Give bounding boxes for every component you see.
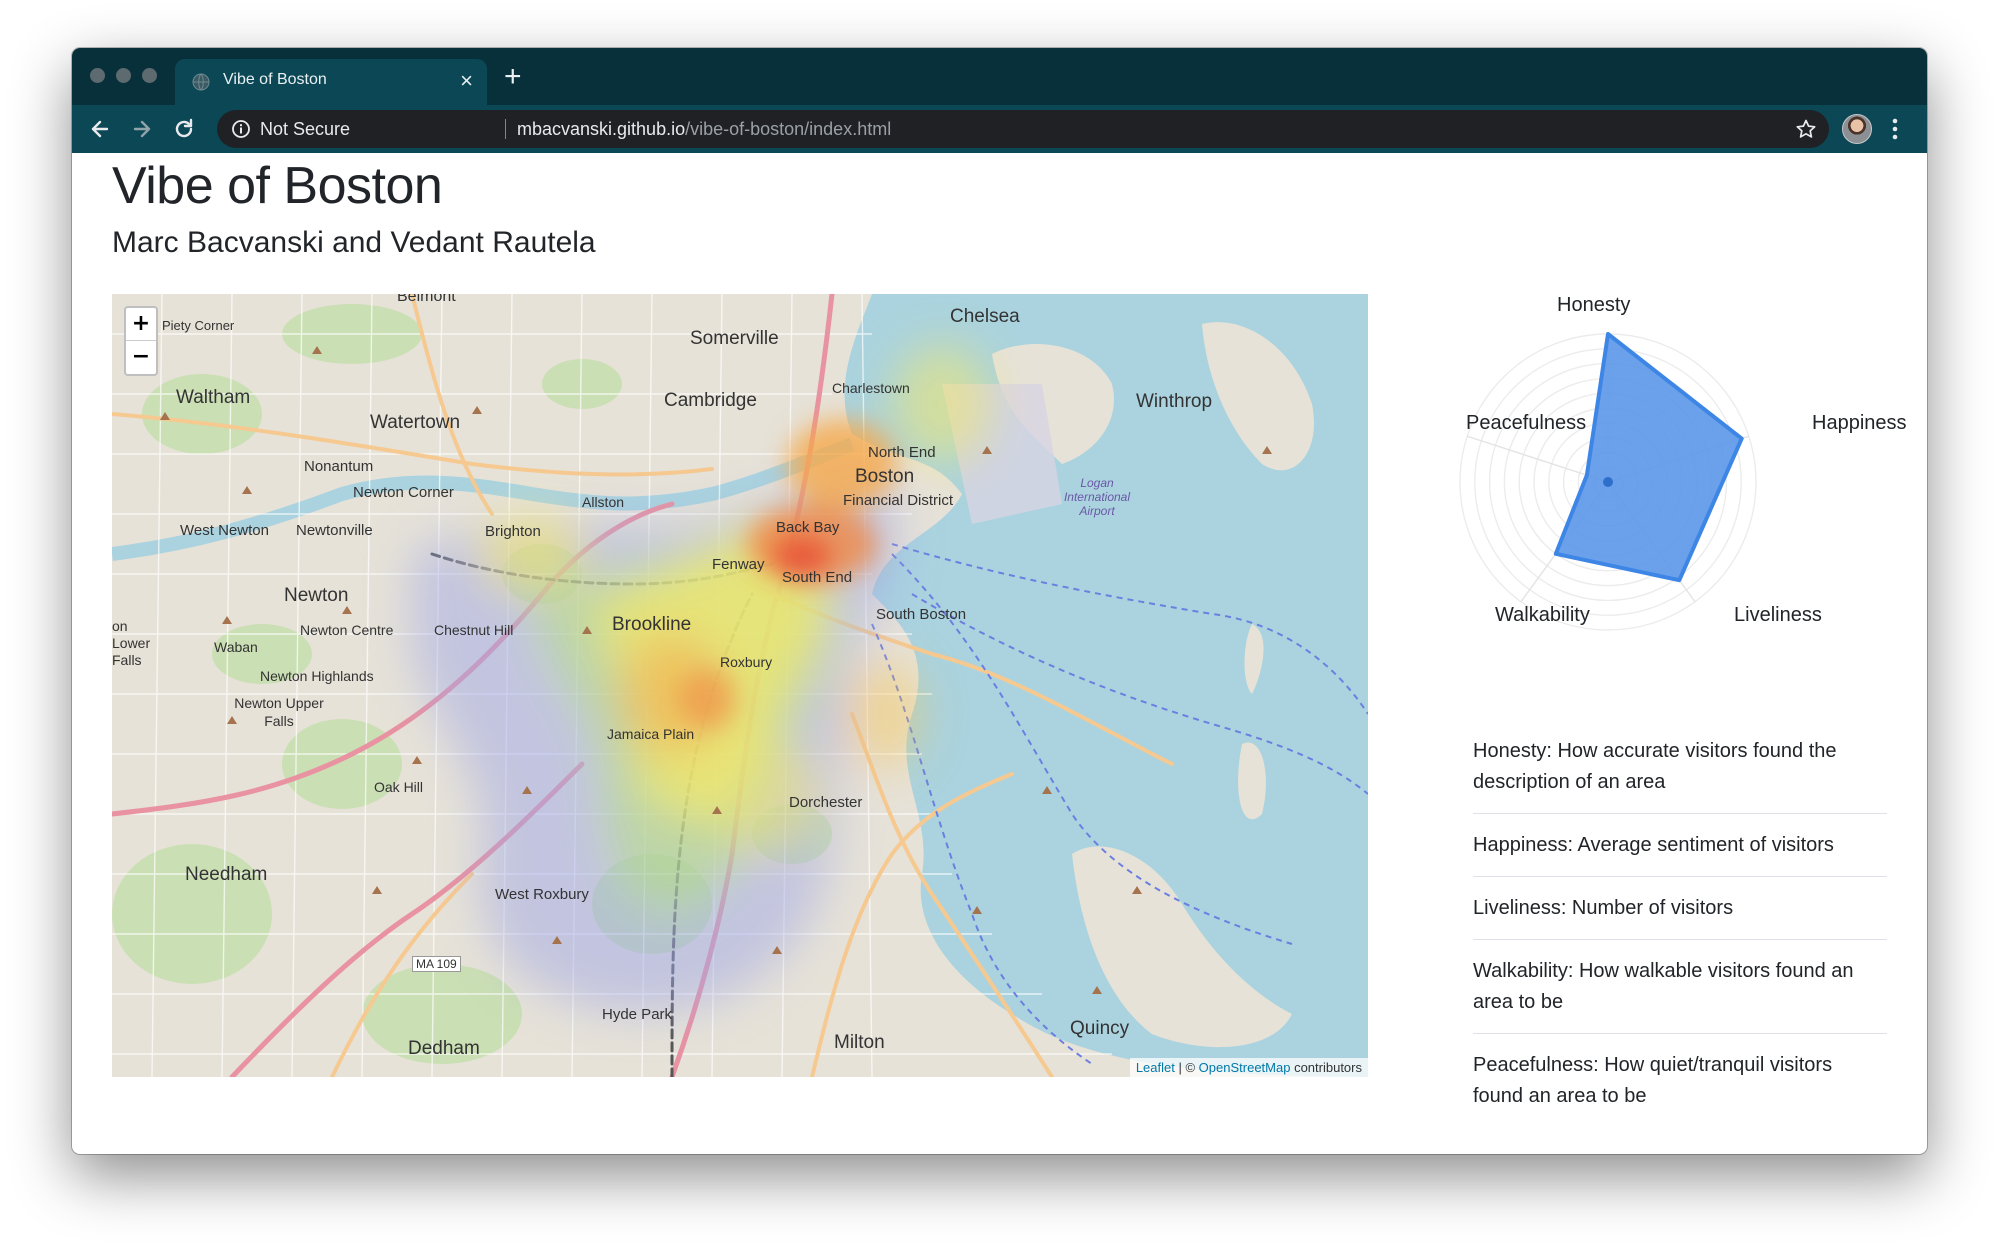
map-label-back-bay: Back Bay: [776, 519, 840, 536]
map-label-nonantum: Nonantum: [304, 458, 374, 475]
map-label-logan-airport: Logan International Airport: [1063, 476, 1131, 518]
legend-item-peacefulness: Peacefulness: How quiet/tranquil visitor…: [1473, 1054, 1833, 1107]
tab-bar: Vibe of Boston × +: [72, 48, 1927, 105]
star-icon[interactable]: [1795, 118, 1817, 140]
map-label-fenway: Fenway: [712, 556, 765, 573]
url-host: mbacvanski.github.io: [517, 119, 686, 139]
map-label-charlestown: Charlestown: [832, 380, 910, 396]
zoom-control: + −: [124, 306, 158, 376]
radar-chart: Honesty Happiness Liveliness Walkability…: [1382, 294, 1912, 694]
map-label-roxbury: Roxbury: [720, 654, 773, 670]
map-label-piety-corner: Piety Corner: [162, 318, 235, 333]
legend-item-liveliness: Liveliness: Number of visitors: [1473, 877, 1887, 940]
tab-title: Vibe of Boston: [223, 71, 327, 88]
attribution-separator: | ©: [1174, 1060, 1199, 1075]
minimize-window-button[interactable]: [116, 68, 131, 83]
map-label-west-newton: West Newton: [180, 522, 269, 539]
radar-label-honesty: Honesty: [1557, 294, 1631, 316]
zoom-in-button[interactable]: +: [126, 308, 156, 341]
radar-data-polygon[interactable]: [1553, 332, 1744, 583]
zoom-window-button[interactable]: [142, 68, 157, 83]
map-label-newton-corner: Newton Corner: [353, 484, 454, 501]
url-text: mbacvanski.github.io/vibe-of-boston/inde…: [517, 119, 891, 140]
globe-icon: [192, 73, 210, 91]
map-label-chelsea: Chelsea: [950, 306, 1020, 327]
reload-icon[interactable]: [170, 115, 198, 143]
map-label-hyde-park: Hyde Park: [602, 1006, 673, 1023]
radar-label-walkability: Walkability: [1495, 604, 1590, 626]
metric-legend: Honesty: How accurate visitors found the…: [1473, 720, 1887, 1127]
forward-arrow-icon[interactable]: [128, 115, 156, 143]
map-label-watertown: Watertown: [370, 412, 461, 433]
map-label-newton: Newton: [284, 585, 349, 606]
browser-tab[interactable]: Vibe of Boston ×: [175, 59, 487, 105]
page-subtitle: Marc Bacvanski and Vedant Rautela: [112, 226, 596, 259]
map-label-newton-upper-falls: Newton Upper Falls: [234, 695, 324, 729]
openstreetmap-link[interactable]: OpenStreetMap: [1199, 1060, 1291, 1075]
attribution-suffix: contributors: [1290, 1060, 1362, 1075]
map-attribution: Leaflet | © OpenStreetMap contributors: [1129, 1058, 1368, 1077]
new-tab-button[interactable]: +: [504, 62, 522, 92]
map-label-newton-centre: Newton Centre: [300, 622, 394, 638]
profile-avatar[interactable]: [1842, 114, 1872, 144]
map-label-south-boston: South Boston: [876, 606, 967, 623]
legend-item-happiness: Happiness: Average sentiment of visitors: [1473, 814, 1887, 877]
map-label-waltham: Waltham: [176, 387, 251, 408]
map-label-newton-highlands: Newton Highlands: [260, 668, 374, 684]
map-label-dedham: Dedham: [408, 1038, 480, 1059]
map-label-allston: Allston: [582, 494, 625, 510]
browser-toolbar: Not Secure mbacvanski.github.io/vibe-of-…: [72, 105, 1927, 153]
map-label-boston: Boston: [855, 466, 915, 487]
map-label-quincy: Quincy: [1070, 1018, 1130, 1039]
radar-svg: [1459, 332, 1757, 631]
kebab-menu-icon[interactable]: [1892, 117, 1898, 141]
map-label-dorchester: Dorchester: [789, 794, 863, 811]
close-window-button[interactable]: [90, 68, 105, 83]
address-bar[interactable]: Not Secure mbacvanski.github.io/vibe-of-…: [217, 110, 1829, 148]
map-label-waban: Waban: [214, 639, 258, 655]
map-label-west-roxbury: West Roxbury: [495, 886, 589, 903]
map-label-jamaica-plain: Jamaica Plain: [607, 726, 695, 742]
map-label-brookline: Brookline: [612, 614, 692, 635]
radar-center-dot: [1603, 477, 1613, 487]
radar-label-happiness: Happiness: [1812, 412, 1907, 434]
map-label-lower-falls: on Lower Falls: [112, 618, 151, 668]
map-label-chestnut-hill: Chestnut Hill: [434, 622, 514, 638]
page-title: Vibe of Boston: [112, 157, 443, 215]
radar-label-peacefulness: Peacefulness: [1466, 412, 1587, 434]
map-label-ma109: MA 109: [412, 956, 461, 972]
map-label-needham: Needham: [185, 864, 268, 885]
back-arrow-icon[interactable]: [86, 115, 114, 143]
legend-item-honesty: Honesty: How accurate visitors found the…: [1473, 720, 1887, 814]
map-label-brighton: Brighton: [485, 523, 541, 540]
map-label-cambridge: Cambridge: [664, 390, 757, 411]
info-icon[interactable]: [231, 119, 251, 139]
tab-close-button[interactable]: ×: [460, 67, 473, 95]
zoom-out-button[interactable]: −: [126, 341, 156, 374]
radar-label-liveliness: Liveliness: [1734, 604, 1822, 626]
map-label-somerville: Somerville: [690, 328, 779, 349]
browser-window: Vibe of Boston × + Not Secure mbacvanski…: [72, 48, 1927, 1154]
map-label-south-end: South End: [782, 569, 853, 586]
map-label-oak-hill: Oak Hill: [374, 779, 424, 795]
map-label-financial-district: Financial District: [843, 492, 954, 509]
legend-item-walkability: Walkability: How walkable visitors found…: [1473, 940, 1887, 1034]
url-separator: [505, 119, 506, 139]
map-label-newtonville: Newtonville: [296, 522, 373, 539]
map-label-milton: Milton: [834, 1032, 885, 1053]
map-label-winthrop: Winthrop: [1136, 391, 1213, 412]
map-label-north-end: North End: [868, 444, 936, 461]
security-label: Not Secure: [260, 119, 351, 139]
leaflet-link[interactable]: Leaflet: [1136, 1060, 1175, 1075]
map-label-belmont: Belmont: [397, 294, 456, 305]
heatmap-map[interactable]: Belmont Piety Corner Somerville Chelsea …: [112, 294, 1368, 1077]
url-path: /vibe-of-boston/index.html: [685, 119, 892, 139]
